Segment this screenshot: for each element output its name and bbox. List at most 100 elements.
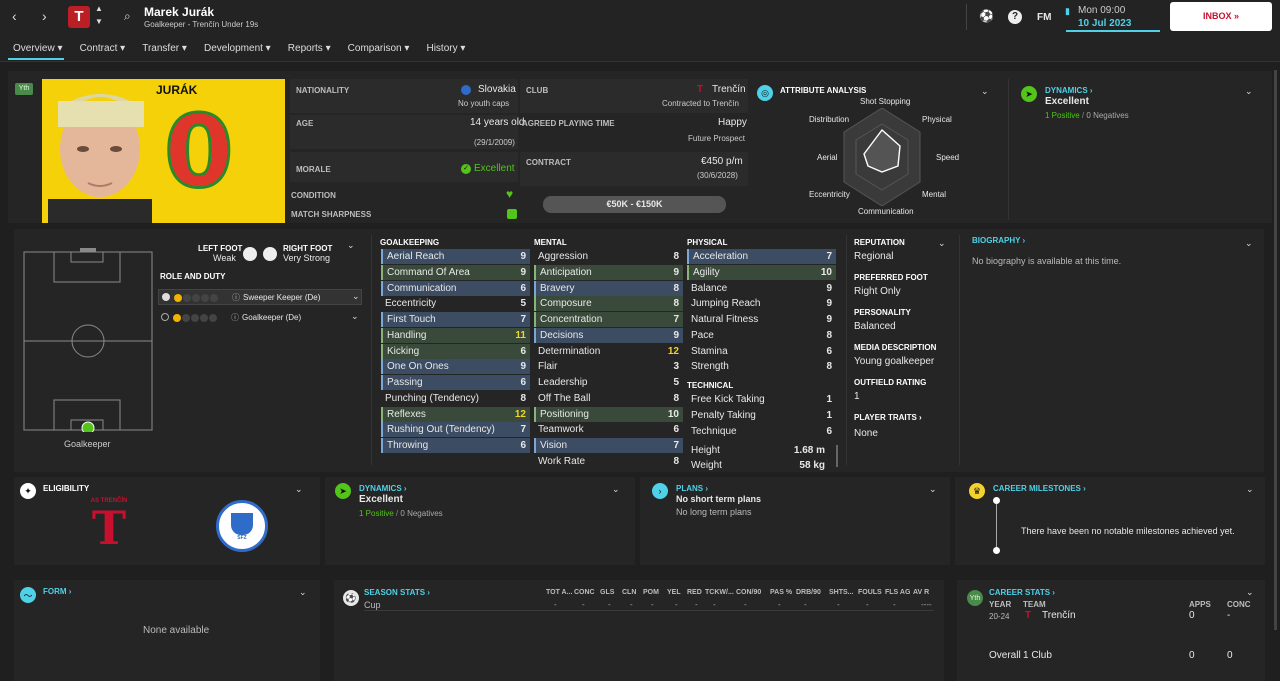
down-arrow-icon[interactable]: ▼ [95,17,103,26]
inbox-button[interactable]: INBOX » [1170,2,1272,31]
sfz-logo[interactable]: SFZ [216,500,268,552]
role-chevron-icon-2[interactable]: ⌄ [351,311,359,322]
season-col-header[interactable]: RED [687,589,702,596]
tab-transfer[interactable]: Transfer ▾ [142,43,187,54]
goalkeeping-row[interactable]: Communication 6 [381,280,530,296]
biography-chevron-icon[interactable]: ⌄ [1245,238,1253,249]
value-bar[interactable]: €50K - €150K [543,196,726,213]
mental-row[interactable]: Off The Ball 8 [534,391,683,406]
radio-selected-icon[interactable] [162,293,170,301]
dynamics2-title[interactable]: DYNAMICS › [359,484,407,493]
season-col-header[interactable]: POM [643,589,659,596]
career-stats-title[interactable]: CAREER STATS › [989,588,1055,597]
physical-row[interactable]: Pace 8 [687,328,836,343]
form-title[interactable]: FORM › [43,587,71,596]
fm-menu-button[interactable]: FM [1037,12,1051,23]
mental-row[interactable]: Vision 7 [534,438,683,453]
season-col-header[interactable]: DRB/90 [796,589,821,596]
mental-row[interactable]: Anticipation 9 [534,264,683,280]
traits-label[interactable]: PLAYER TRAITS › [854,413,922,422]
season-col-header[interactable]: TOT A... [546,589,572,596]
career-team[interactable]: Trenčín [1042,610,1076,621]
goalkeeping-row[interactable]: Aerial Reach 9 [381,249,530,264]
season-col-header[interactable]: TCKW/... [705,589,734,596]
page-scrollbar[interactable] [1274,70,1277,630]
milestones-title[interactable]: CAREER MILESTONES › [993,484,1086,493]
goalkeeping-row[interactable]: Command Of Area 9 [381,264,530,280]
mental-row[interactable]: Leadership 5 [534,375,683,390]
goalkeeping-row[interactable]: Rushing Out (Tendency) 7 [381,422,530,438]
goalkeeping-row[interactable]: Handling 11 [381,327,530,343]
goalkeeping-row[interactable]: Passing 6 [381,375,530,390]
tab-comparison[interactable]: Comparison ▾ [348,43,410,54]
biography-title[interactable]: BIOGRAPHY › [972,236,1025,245]
tab-development[interactable]: Development ▾ [204,43,271,54]
mental-row[interactable]: Determination 12 [534,344,683,359]
physical-row[interactable]: Strength 8 [687,359,836,374]
goalkeeping-row[interactable]: Throwing 6 [381,438,530,453]
plans-chevron-icon[interactable]: ⌄ [929,484,937,495]
role-row-1[interactable]: ⓘ Sweeper Keeper (De) ⌄ [158,289,362,305]
physical-row[interactable]: Natural Fitness 9 [687,312,836,327]
club-value[interactable]: Trenčín [712,84,746,95]
season-col-header[interactable]: CLN [622,589,636,596]
mental-row[interactable]: Positioning 10 [534,406,683,422]
nationality-value[interactable]: Slovakia [478,84,516,95]
physical-row[interactable]: Acceleration 7 [687,249,836,264]
season-col-header[interactable]: AV R [913,589,929,596]
mental-row[interactable]: Flair 3 [534,359,683,374]
career-chevron-icon[interactable]: ⌄ [1246,587,1254,598]
season-col-header[interactable]: FLS AG [885,589,910,596]
tab-contract[interactable]: Contract ▾ [80,43,126,54]
eligibility-chevron-icon[interactable]: ⌄ [295,484,303,495]
tab-overview[interactable]: Overview ▾ [13,43,63,54]
back-icon[interactable]: ‹ [12,8,17,24]
role-row-2[interactable]: ⓘ Goalkeeper (De) ⌄ [158,310,362,326]
mental-row[interactable]: Bravery 8 [534,280,683,296]
help-icon[interactable]: ? [1008,10,1022,24]
goalkeeping-row[interactable]: Reflexes 12 [381,406,530,422]
ball-icon[interactable]: ⚽ [979,9,994,23]
goalkeeping-row[interactable]: Punching (Tendency) 8 [381,391,530,406]
forward-icon[interactable]: › [42,8,47,24]
mental-row[interactable]: Work Rate 8 [534,454,683,469]
radio-icon[interactable] [161,313,169,321]
form-chevron-icon[interactable]: ⌄ [299,587,307,598]
foot-chevron-icon[interactable]: ⌄ [347,240,355,251]
mental-row[interactable]: Decisions 9 [534,327,683,343]
technical-row[interactable]: Penalty Taking 1 [687,408,836,423]
physical-row[interactable]: Stamina 6 [687,344,836,359]
club-logo-icon[interactable]: T [68,6,90,28]
physical-row[interactable]: Balance 9 [687,281,836,296]
plans-title[interactable]: PLANS › [676,484,708,493]
goalkeeping-row[interactable]: Eccentricity 5 [381,296,530,311]
mental-row[interactable]: Teamwork 6 [534,422,683,437]
season-col-header[interactable]: PAS % [770,589,792,596]
season-col-header[interactable]: YEL [667,589,681,596]
dynamics-title[interactable]: DYNAMICS › [1045,86,1093,95]
tab-reports[interactable]: Reports ▾ [288,43,331,54]
role-chevron-icon[interactable]: ⌄ [352,291,360,302]
season-col-header[interactable]: SHTS... [829,589,854,596]
technical-row[interactable]: Free Kick Taking 1 [687,392,836,407]
season-col-header[interactable]: GLS [600,589,614,596]
tab-history[interactable]: History ▾ [426,43,465,54]
milestones-chevron-icon[interactable]: ⌄ [1246,484,1254,495]
dynamics2-chevron-icon[interactable]: ⌄ [612,484,620,495]
mental-row[interactable]: Composure 8 [534,296,683,312]
attribute-analysis-chevron-icon[interactable]: ⌄ [981,86,989,97]
season-stats-title[interactable]: SEASON STATS › [364,588,430,597]
season-col-header[interactable]: CONC [574,589,595,596]
scrollbar[interactable] [836,445,838,467]
goalkeeping-row[interactable]: Kicking 6 [381,343,530,359]
goalkeeping-row[interactable]: First Touch 7 [381,312,530,327]
physical-row[interactable]: Agility 10 [687,264,836,280]
dynamics-chevron-icon[interactable]: ⌄ [1245,86,1253,97]
physical-row[interactable]: Jumping Reach 9 [687,296,836,311]
search-icon[interactable]: ⌕ [124,9,131,24]
morale-value[interactable]: Excellent [474,163,515,174]
season-col-header[interactable]: FOULS [858,589,882,596]
mental-row[interactable]: Aggression 8 [534,249,683,264]
profile-chevron-icon[interactable]: ⌄ [938,238,946,249]
mental-row[interactable]: Concentration 7 [534,312,683,327]
